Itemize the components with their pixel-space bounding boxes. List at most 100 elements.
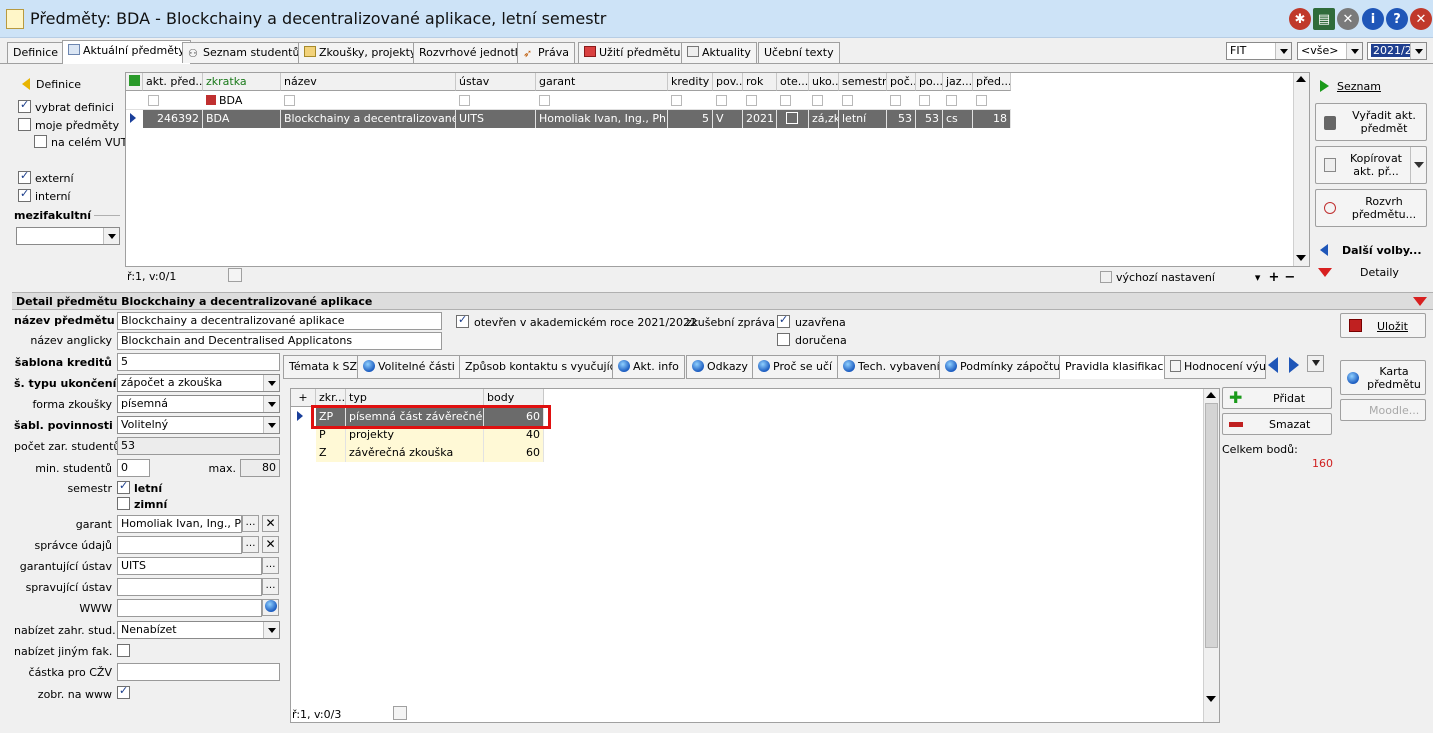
garant-ustav-browse-button[interactable]: … [262,557,279,574]
min-input[interactable]: 0 [117,459,150,477]
tab-uziti-predmetu[interactable]: Užití předmětu [578,42,687,63]
vybrat-definici-checkbox[interactable] [18,98,31,113]
filter-cell[interactable] [976,95,987,106]
info-icon[interactable]: i [1362,8,1384,30]
nazev-en-input[interactable]: Blockchain and Decentralised Applicatons [117,332,442,350]
letni-checkbox[interactable] [117,479,130,494]
externi-checkbox[interactable] [18,169,31,184]
column-header[interactable]: zkratka [203,73,281,91]
jinym-checkbox[interactable] [117,644,130,657]
filter-cell[interactable] [946,95,957,106]
filter-cell[interactable] [671,95,682,106]
uzavrena-checkbox[interactable] [777,313,790,328]
filter-cell[interactable] [716,95,727,106]
mezifakultni-select[interactable] [16,227,120,245]
garant-browse-button[interactable]: … [242,515,259,532]
column-header[interactable]: po... [916,73,943,91]
ulozit-button[interactable]: Uložit [1340,313,1426,338]
filter-cell[interactable] [780,95,791,106]
definice-link[interactable]: Definice [22,78,81,91]
column-header[interactable]: poč... [887,73,916,91]
filter-cell[interactable] [459,95,470,106]
scroll-down-icon[interactable] [1296,255,1306,261]
pridat-button[interactable]: ✚ Přidat [1222,387,1332,409]
tab-odkazy[interactable]: Odkazy [686,355,754,379]
nazev-input[interactable]: Blockchainy a decentralizované aplikace [117,312,442,330]
tabs-scroll-right-icon[interactable] [1289,357,1299,373]
column-header[interactable]: ústav [456,73,536,91]
typ-ukonceni-select[interactable]: zápočet a zkouška [117,374,280,392]
filter-cell[interactable] [539,95,550,106]
tab-zpusob-kontaktu[interactable]: Způsob kontaktu s vyučujícím [459,355,636,379]
tab-akt-info[interactable]: Akt. info [612,355,685,379]
zimni-checkbox[interactable] [117,497,130,510]
interni-checkbox[interactable] [18,187,31,202]
tab-proc-se-uci[interactable]: Proč se učí [752,355,839,379]
table-row[interactable]: 246392 BDA Blockchainy a decentralizovan… [143,110,1011,128]
scroll-thumb[interactable] [1205,403,1218,648]
scroll-up-icon[interactable] [1206,392,1216,398]
column-header[interactable]: kredity [668,73,713,91]
na-celem-vut-checkbox[interactable] [34,135,47,148]
column-header[interactable]: semestr [839,73,887,91]
tab-prava[interactable]: ➶ Práva [517,42,575,63]
vertical-scrollbar[interactable] [1293,73,1309,266]
filter-zkratka[interactable]: BDA [206,94,242,107]
minus-icon[interactable]: − [1284,270,1295,285]
save-layout-icon[interactable]: ▤ [1313,8,1335,30]
sablona-kreditu-input[interactable]: 5 [117,353,280,371]
table-row[interactable]: Z závěrečná zkouška 60 [316,444,544,462]
tab-rozvrhove-jednotky[interactable]: Rozvrhové jednotky [413,42,534,63]
bug-icon[interactable]: ✱ [1289,8,1311,30]
www-input[interactable] [117,599,262,617]
scroll-down-icon[interactable] [1206,696,1216,702]
dorucena-checkbox[interactable] [777,333,790,346]
column-header[interactable]: akt. před... [143,73,203,91]
seznam-link[interactable]: Seznam [1320,80,1381,93]
tab-hodnoceni-vyuky[interactable]: Hodnocení výuky [1164,355,1266,379]
povinnosti-select[interactable]: Volitelný [117,416,280,434]
column-header[interactable]: jaz... [943,73,973,91]
filter-cell[interactable] [842,95,853,106]
collapse-icon[interactable] [1413,297,1427,306]
tab-aktuality[interactable]: Aktuality [681,42,757,63]
otevren-checkbox[interactable] [456,313,469,328]
tab-definice[interactable]: Definice [7,42,65,63]
help-icon[interactable]: ? [1386,8,1408,30]
tools-icon[interactable]: ✕ [1337,8,1359,30]
tab-zkousky[interactable]: Zkoušky, projekty [298,42,423,63]
spravujici-browse-button[interactable]: … [262,578,279,595]
zobr-checkbox[interactable] [117,684,130,699]
tabs-menu-button[interactable] [1307,355,1324,372]
smazat-button[interactable]: Smazat [1222,413,1332,435]
tab-tech-vybaveni[interactable]: Tech. vybavení [837,355,946,379]
tab-aktualni-predmety[interactable]: Aktuální předměty [62,40,191,64]
vyradit-button[interactable]: Vyřadit akt. předmět [1315,103,1427,141]
column-header[interactable]: rok [743,73,777,91]
garant-ustav-input[interactable]: UITS [117,557,262,575]
year-select[interactable]: 2021/22 [1367,42,1427,60]
scroll-up-icon[interactable] [1296,76,1306,82]
column-header[interactable]: název [281,73,456,91]
karta-button[interactable]: Karta předmětu [1340,360,1426,395]
filter-cell[interactable] [890,95,901,106]
moje-predmety-checkbox[interactable] [18,118,31,131]
tab-seznam-studentu[interactable]: ⚇ Seznam studentů [182,42,306,63]
spravce-input[interactable] [117,536,242,554]
garant-clear-icon[interactable]: ✕ [262,515,279,532]
tab-pravidla-klasifikace[interactable]: Pravidla klasifikace [1059,355,1177,379]
predmety-grid[interactable]: akt. před... zkratka název ústav garant … [125,72,1310,267]
zahr-select[interactable]: Nenabízet [117,621,280,639]
filter-cell[interactable] [746,95,757,106]
column-header[interactable]: před... [973,73,1011,91]
spravujici-input[interactable] [117,578,262,596]
filter-cell[interactable] [148,95,159,106]
chevron-down-icon[interactable] [1410,147,1426,183]
preset-select[interactable]: výchozí nastavení ▾ + − [1100,270,1295,285]
dalsi-volby-button[interactable]: Další volby... [1320,244,1422,257]
filter-cell[interactable] [919,95,930,106]
detaily-button[interactable]: Detaily [1318,266,1399,279]
filter-cell[interactable] [812,95,823,106]
tab-volitelne-casti[interactable]: Volitelné části [357,355,461,379]
spravce-clear-icon[interactable]: ✕ [262,536,279,553]
